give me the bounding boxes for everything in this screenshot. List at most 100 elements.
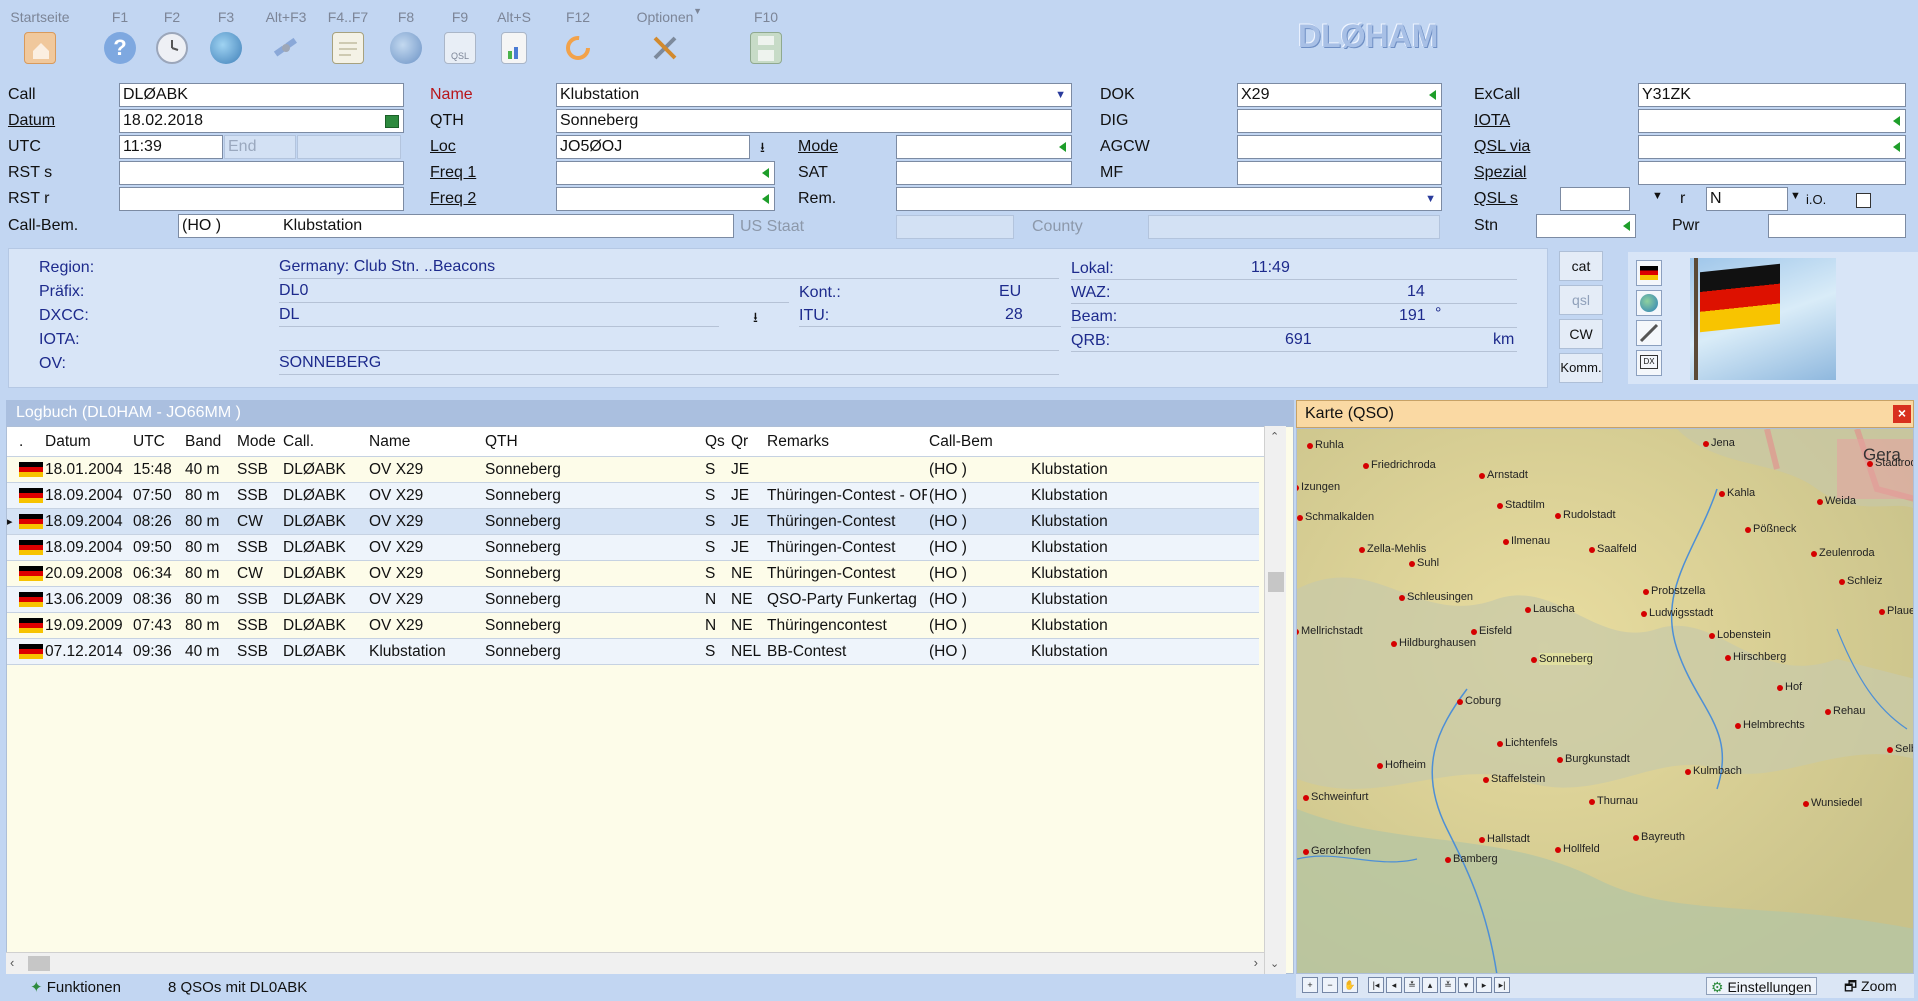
toolbar-optionen-button[interactable]: Optionen ▼	[630, 6, 702, 64]
rst-s-input[interactable]	[119, 161, 404, 185]
table-row[interactable]: 19.09.2009 07:43 80 m SSB DLØABK OV X29 Sonneb…	[7, 613, 1259, 639]
globe-icon[interactable]	[1636, 290, 1662, 316]
utc-input[interactable]: 11:39	[119, 135, 223, 159]
chevron-down-icon[interactable]: ▼	[1790, 190, 1801, 202]
freq2-select[interactable]	[556, 187, 775, 211]
qsl-button[interactable]: qsl	[1559, 285, 1603, 315]
funktionen-button[interactable]: ✦ Funktionen	[30, 976, 121, 1000]
column-header[interactable]: Remarks	[767, 433, 829, 451]
column-header[interactable]: Call-Bem	[929, 433, 993, 451]
iota-label[interactable]: IOTA	[1474, 110, 1510, 132]
toolbar-f4-f7-button[interactable]: F4..F7	[318, 8, 378, 64]
qth-input[interactable]: Sonneberg	[556, 109, 1072, 133]
dok-select[interactable]: X29	[1237, 83, 1442, 107]
dx-cluster-icon[interactable]: DX	[1636, 350, 1662, 376]
mode-select[interactable]	[896, 135, 1072, 159]
satellite-icon[interactable]	[1636, 320, 1662, 346]
chevron-down-icon[interactable]: ▼	[1055, 84, 1066, 106]
qsl-via-select[interactable]	[1638, 135, 1906, 159]
triangle-left-icon[interactable]	[1623, 221, 1630, 231]
loc-input[interactable]: JO5ØOJ	[556, 135, 750, 159]
qsl-r-input[interactable]: N	[1706, 187, 1788, 211]
rst-r-input[interactable]	[119, 187, 404, 211]
table-row[interactable]: 07.12.2014 09:36 40 m SSB DLØABK Klubstation S…	[7, 639, 1259, 665]
column-header[interactable]: .	[19, 433, 23, 451]
calendar-icon[interactable]	[385, 115, 399, 128]
table-row[interactable]: 18.09.2004 09:50 80 m SSB DLØABK OV X29 Sonneb…	[7, 535, 1259, 561]
sat-input[interactable]	[896, 161, 1072, 185]
first-page-icon[interactable]: |◂	[1368, 977, 1384, 993]
mode-label[interactable]: Mode	[798, 136, 838, 158]
datum-input[interactable]: 18.02.2018	[119, 109, 404, 133]
next-icon[interactable]: ▸	[1476, 977, 1492, 993]
scrollbar-thumb[interactable]	[28, 956, 50, 971]
spezial-label[interactable]: Spezial	[1474, 162, 1526, 184]
triangle-left-icon[interactable]	[1893, 116, 1900, 126]
chevron-down-icon[interactable]: ▼	[1652, 190, 1663, 202]
us-staat-input[interactable]	[896, 215, 1014, 239]
qso-map[interactable]: Jena Gera Ruhla Friedrichroda Arnstadt Stadtr…	[1296, 428, 1914, 974]
agcw-input[interactable]	[1237, 135, 1442, 159]
table-row[interactable]: 18.01.2004 15:48 40 m SSB DLØABK OV X29 Sonneb…	[7, 457, 1259, 483]
chevron-left-icon[interactable]: ‹	[10, 955, 14, 970]
toolbar-f2-button[interactable]: F2	[142, 8, 202, 64]
arrow-up-icon[interactable]: ▴	[1422, 977, 1438, 993]
pan-hand-icon[interactable]: ✋	[1342, 977, 1358, 993]
iota-select[interactable]	[1638, 109, 1906, 133]
freq1-label[interactable]: Freq 1	[430, 162, 476, 184]
table-row[interactable]: 20.09.2008 06:34 80 m CW DLØABK OV X29 Sonnebe…	[7, 561, 1259, 587]
table-row[interactable]: 18.09.2004 07:50 80 m SSB DLØABK OV X29 Sonneb…	[7, 483, 1259, 509]
utc-end-input[interactable]: End	[224, 135, 296, 159]
toolbar-alt-s-button[interactable]: Alt+S	[484, 8, 544, 64]
column-header[interactable]: Mode	[237, 433, 276, 451]
scrollbar-thumb[interactable]	[1268, 572, 1284, 592]
mf-input[interactable]	[1237, 161, 1442, 185]
cat-button[interactable]: cat	[1559, 251, 1603, 281]
table-row[interactable]: 13.06.2009 08:36 80 m SSB DLØABK OV X29 Sonneb…	[7, 587, 1259, 613]
chevron-down-icon[interactable]: ⌄	[1270, 957, 1279, 970]
last-page-icon[interactable]: ▸|	[1494, 977, 1510, 993]
chevron-down-icon[interactable]: ▼	[693, 6, 702, 16]
call-input[interactable]: DLØABK	[119, 83, 404, 107]
toolbar-f9-button[interactable]: F9 QSL	[430, 8, 490, 64]
step-up-icon[interactable]: ≛	[1404, 977, 1420, 993]
column-header[interactable]: Qs	[705, 433, 725, 451]
pwr-input[interactable]	[1768, 214, 1906, 238]
close-icon[interactable]: ×	[1893, 405, 1911, 423]
column-header[interactable]: Call.	[283, 433, 314, 451]
column-header[interactable]: Band	[185, 433, 221, 451]
step-down-icon[interactable]: ≚	[1440, 977, 1456, 993]
triangle-left-icon[interactable]	[1429, 90, 1436, 100]
triangle-left-icon[interactable]	[762, 194, 769, 204]
download-arrow-icon[interactable]: ⭳	[760, 137, 765, 161]
column-header[interactable]: UTC	[133, 433, 165, 451]
rem-select[interactable]: ▼	[896, 187, 1442, 211]
cw-button[interactable]: CW	[1559, 319, 1603, 349]
qsl-via-label[interactable]: QSL via	[1474, 136, 1530, 158]
toolbar-f8-button[interactable]: F8	[376, 8, 436, 64]
column-header[interactable]: Datum	[45, 433, 91, 451]
logbook-horizontal-scrollbar[interactable]: ‹ ›	[6, 952, 1264, 974]
freq2-label[interactable]: Freq 2	[430, 188, 476, 210]
previous-icon[interactable]: ◂	[1386, 977, 1402, 993]
komm-button[interactable]: Komm.	[1559, 353, 1603, 383]
flag-icon[interactable]	[1636, 260, 1662, 286]
qsl-io-checkbox[interactable]	[1856, 193, 1871, 208]
triangle-left-icon[interactable]	[762, 168, 769, 178]
datum-label[interactable]: Datum	[8, 110, 55, 132]
toolbar-f1-button[interactable]: F1 ?	[90, 8, 150, 64]
triangle-left-icon[interactable]	[1059, 142, 1066, 152]
column-header[interactable]: Qr	[731, 433, 748, 451]
arrow-down-icon[interactable]: ▾	[1458, 977, 1474, 993]
download-arrow-icon[interactable]: ⭳	[753, 307, 758, 331]
toolbar-startseite-button[interactable]: Startseite	[10, 8, 70, 64]
qsl-s-label[interactable]: QSL s	[1474, 188, 1518, 210]
loc-label[interactable]: Loc	[430, 136, 456, 158]
toolbar-alt-f3-button[interactable]: Alt+F3	[256, 8, 316, 64]
column-header[interactable]: QTH	[485, 433, 518, 451]
toolbar-f3-button[interactable]: F3	[196, 8, 256, 64]
qsl-s-input[interactable]	[1560, 187, 1630, 211]
excall-input[interactable]: Y31ZK	[1638, 83, 1906, 107]
call-bem-input[interactable]: (HO ) Klubstation	[178, 214, 734, 238]
triangle-left-icon[interactable]	[1893, 142, 1900, 152]
